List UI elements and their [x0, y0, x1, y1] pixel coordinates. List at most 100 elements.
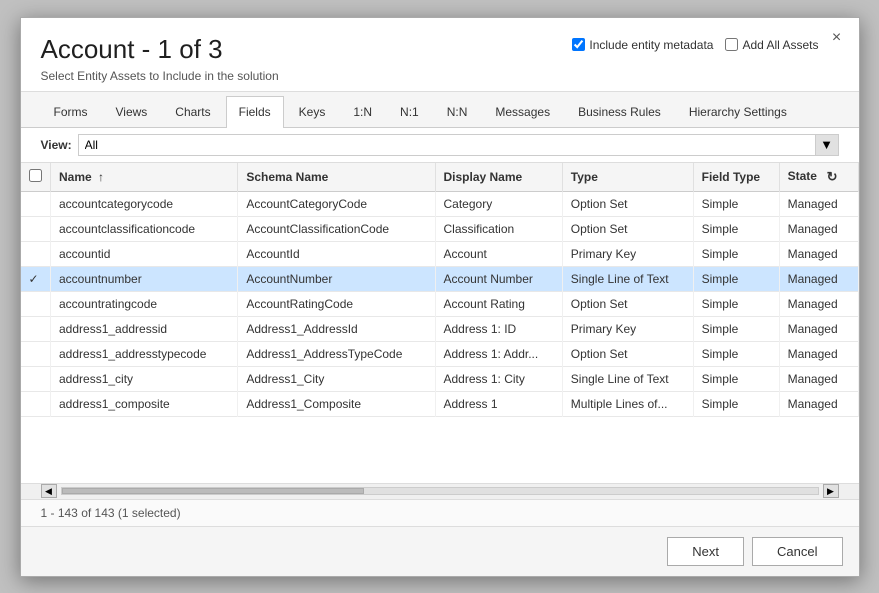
row-check-cell[interactable]: ✓: [21, 266, 51, 291]
row-display-name: Address 1: [435, 391, 562, 416]
tab-hierarchy-settings[interactable]: Hierarchy Settings: [676, 96, 800, 127]
row-schema-name: Address1_Composite: [238, 391, 435, 416]
row-check-cell[interactable]: [21, 216, 51, 241]
fields-table: Name ↑ Schema Name Display Name Type Fie…: [21, 163, 859, 417]
row-schema-name: AccountRatingCode: [238, 291, 435, 316]
row-field-type: Simple: [693, 316, 779, 341]
table-row[interactable]: address1_addressidAddress1_AddressIdAddr…: [21, 316, 859, 341]
row-display-name: Category: [435, 191, 562, 216]
table-row[interactable]: address1_addresstypecodeAddress1_Address…: [21, 341, 859, 366]
scroll-thumb[interactable]: [62, 488, 364, 494]
row-state: Managed: [779, 191, 858, 216]
row-state: Managed: [779, 266, 858, 291]
table-row[interactable]: address1_compositeAddress1_CompositeAddr…: [21, 391, 859, 416]
tab-nn[interactable]: N:N: [434, 96, 481, 127]
tab-1n[interactable]: 1:N: [340, 96, 385, 127]
row-field-type: Simple: [693, 241, 779, 266]
tab-views[interactable]: Views: [103, 96, 161, 127]
table-header-row: Name ↑ Schema Name Display Name Type Fie…: [21, 163, 859, 192]
row-checkmark: ✓: [29, 272, 39, 286]
row-field-type: Simple: [693, 216, 779, 241]
row-name: accountnumber: [51, 266, 238, 291]
view-select-wrapper: All ▼: [78, 134, 839, 156]
table-container: Name ↑ Schema Name Display Name Type Fie…: [21, 163, 859, 483]
table-row[interactable]: address1_cityAddress1_CityAddress 1: Cit…: [21, 366, 859, 391]
dialog: × Account - 1 of 3 Select Entity Assets …: [20, 17, 860, 577]
row-schema-name: Address1_AddressTypeCode: [238, 341, 435, 366]
row-check-cell[interactable]: [21, 341, 51, 366]
add-all-assets-label[interactable]: Add All Assets: [725, 38, 818, 52]
row-schema-name: AccountId: [238, 241, 435, 266]
row-schema-name: AccountNumber: [238, 266, 435, 291]
row-check-cell[interactable]: [21, 316, 51, 341]
row-schema-name: AccountCategoryCode: [238, 191, 435, 216]
scroll-track[interactable]: [61, 487, 819, 495]
table-row[interactable]: accountclassificationcodeAccountClassifi…: [21, 216, 859, 241]
tab-messages[interactable]: Messages: [482, 96, 563, 127]
tab-charts[interactable]: Charts: [162, 96, 223, 127]
row-name: address1_addressid: [51, 316, 238, 341]
tabs-bar: Forms Views Charts Fields Keys 1:N N:1 N…: [21, 92, 859, 128]
table-row[interactable]: accountidAccountIdAccountPrimary KeySimp…: [21, 241, 859, 266]
row-state: Managed: [779, 366, 858, 391]
row-type: Primary Key: [562, 316, 693, 341]
dialog-subtitle: Select Entity Assets to Include in the s…: [41, 69, 839, 83]
footer: Next Cancel: [21, 526, 859, 576]
add-all-assets-checkbox[interactable]: [725, 38, 738, 51]
row-field-type: Simple: [693, 391, 779, 416]
row-type: Option Set: [562, 191, 693, 216]
row-name: address1_city: [51, 366, 238, 391]
row-type: Option Set: [562, 341, 693, 366]
row-check-cell[interactable]: [21, 366, 51, 391]
view-select[interactable]: All: [78, 134, 839, 156]
col-state[interactable]: State ↻: [779, 163, 858, 192]
row-display-name: Address 1: City: [435, 366, 562, 391]
row-state: Managed: [779, 341, 858, 366]
row-schema-name: Address1_City: [238, 366, 435, 391]
row-display-name: Address 1: ID: [435, 316, 562, 341]
horizontal-scrollbar: ◀ ▶: [21, 483, 859, 499]
row-check-cell[interactable]: [21, 241, 51, 266]
include-metadata-label[interactable]: Include entity metadata: [572, 38, 713, 52]
col-display-name[interactable]: Display Name: [435, 163, 562, 192]
row-state: Managed: [779, 216, 858, 241]
next-button[interactable]: Next: [667, 537, 744, 566]
row-state: Managed: [779, 316, 858, 341]
row-type: Option Set: [562, 291, 693, 316]
tab-fields[interactable]: Fields: [226, 96, 284, 128]
dialog-header: Account - 1 of 3 Select Entity Assets to…: [21, 18, 859, 92]
refresh-icon[interactable]: ↻: [827, 169, 838, 185]
row-check-cell[interactable]: [21, 391, 51, 416]
tab-n1[interactable]: N:1: [387, 96, 432, 127]
col-type[interactable]: Type: [562, 163, 693, 192]
tab-business-rules[interactable]: Business Rules: [565, 96, 674, 127]
cancel-button[interactable]: Cancel: [752, 537, 842, 566]
row-display-name: Classification: [435, 216, 562, 241]
col-schema-name[interactable]: Schema Name: [238, 163, 435, 192]
scroll-left-button[interactable]: ◀: [41, 484, 57, 498]
table-row[interactable]: accountcategorycodeAccountCategoryCodeCa…: [21, 191, 859, 216]
row-check-cell[interactable]: [21, 191, 51, 216]
row-field-type: Simple: [693, 341, 779, 366]
col-name[interactable]: Name ↑: [51, 163, 238, 192]
row-field-type: Simple: [693, 366, 779, 391]
row-name: address1_addresstypecode: [51, 341, 238, 366]
scroll-right-button[interactable]: ▶: [823, 484, 839, 498]
row-type: Primary Key: [562, 241, 693, 266]
include-metadata-checkbox[interactable]: [572, 38, 585, 51]
row-type: Single Line of Text: [562, 366, 693, 391]
row-display-name: Account Number: [435, 266, 562, 291]
tab-forms[interactable]: Forms: [41, 96, 101, 127]
tab-keys[interactable]: Keys: [286, 96, 339, 127]
row-name: address1_composite: [51, 391, 238, 416]
table-row[interactable]: ✓ accountnumberAccountNumberAccount Numbe…: [21, 266, 859, 291]
row-state: Managed: [779, 241, 858, 266]
row-type: Option Set: [562, 216, 693, 241]
row-field-type: Simple: [693, 291, 779, 316]
table-row[interactable]: accountratingcodeAccountRatingCodeAccoun…: [21, 291, 859, 316]
col-check: [21, 163, 51, 192]
col-field-type[interactable]: Field Type: [693, 163, 779, 192]
row-type: Single Line of Text: [562, 266, 693, 291]
row-check-cell[interactable]: [21, 291, 51, 316]
select-all-checkbox[interactable]: [29, 169, 42, 182]
